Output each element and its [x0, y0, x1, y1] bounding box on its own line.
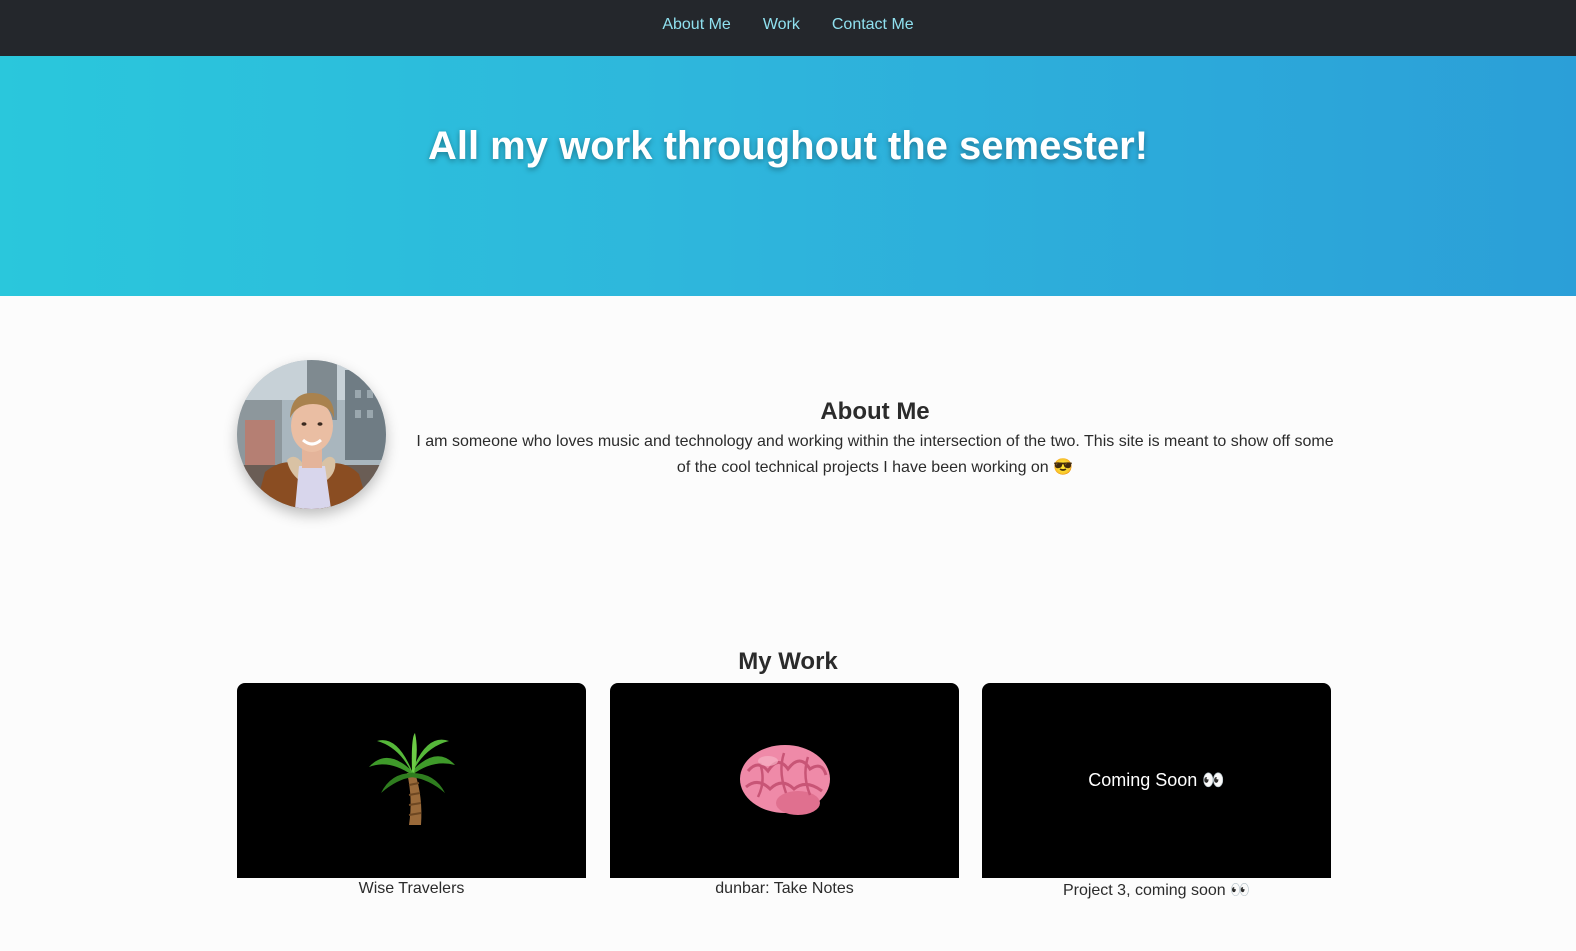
hero-banner: All my work throughout the semester! — [0, 56, 1576, 296]
project-caption-wise-travelers[interactable]: Wise Travelers — [237, 880, 586, 898]
nav-link-work[interactable]: Work — [763, 16, 800, 34]
coming-soon-label: Coming Soon 👀 — [1088, 770, 1225, 790]
project-card-coming-soon[interactable]: Coming Soon 👀 — [982, 683, 1331, 878]
top-nav: About Me Work Contact Me — [0, 0, 1576, 56]
nav-link-contact-me[interactable]: Contact Me — [832, 16, 914, 34]
nav-link-about-me[interactable]: About Me — [662, 16, 730, 34]
palm-tree-icon — [368, 733, 455, 825]
project-caption-dunbar[interactable]: dunbar: Take Notes — [610, 880, 959, 898]
project-caption-project-3[interactable]: Project 3, coming soon 👀 — [982, 880, 1331, 900]
about-heading: About Me — [820, 398, 930, 425]
about-section: About Me I am someone who loves music an… — [412, 396, 1338, 481]
about-text: I am someone who loves music and technol… — [416, 433, 1334, 476]
profile-photo — [237, 360, 386, 509]
project-card-dunbar[interactable] — [610, 683, 959, 878]
avatar — [237, 360, 386, 509]
hero-title: All my work throughout the semester! — [427, 124, 1149, 168]
brain-icon — [739, 744, 830, 815]
project-card-wise-travelers[interactable] — [237, 683, 586, 878]
work-heading: My Work — [738, 648, 838, 675]
